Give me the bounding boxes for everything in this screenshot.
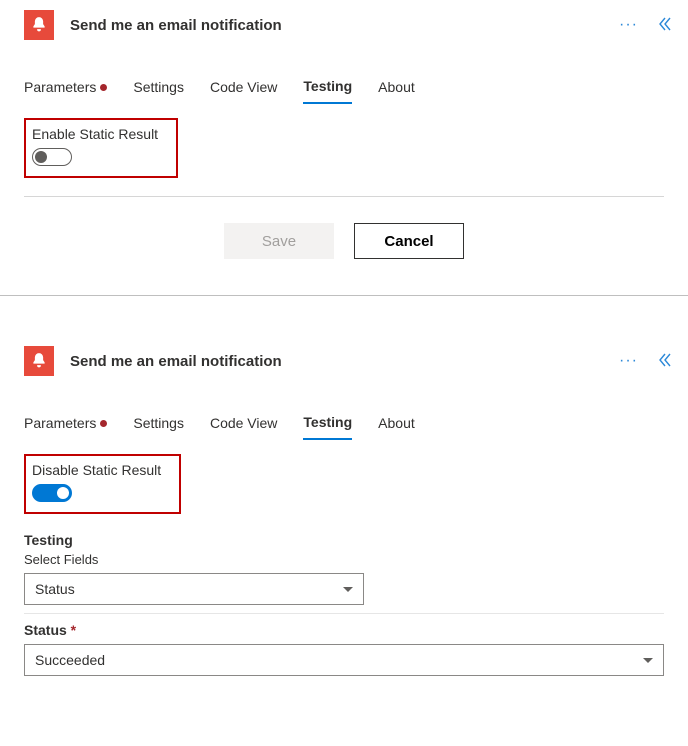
toggle-knob xyxy=(35,151,47,163)
chevron-down-icon xyxy=(643,658,653,663)
tab-testing[interactable]: Testing xyxy=(303,414,352,440)
testing-heading: Testing xyxy=(0,528,688,550)
status-value: Succeeded xyxy=(35,652,105,668)
action-panel-on: Send me an email notification ··· Parame… xyxy=(0,336,688,676)
collapse-icon[interactable] xyxy=(656,16,672,35)
tab-parameters[interactable]: Parameters xyxy=(24,78,107,104)
panel-title: Send me an email notification xyxy=(70,17,603,34)
tab-settings[interactable]: Settings xyxy=(133,78,184,104)
highlight-box: Enable Static Result xyxy=(24,118,178,178)
collapse-icon[interactable] xyxy=(656,352,672,371)
select-fields-value: Status xyxy=(35,581,75,597)
bell-icon xyxy=(24,346,54,376)
status-dropdown[interactable]: Succeeded xyxy=(24,644,664,676)
header-actions: ··· xyxy=(619,352,672,371)
static-result-section: Enable Static Result xyxy=(0,104,688,192)
tab-about[interactable]: About xyxy=(378,78,415,104)
panel-title: Send me an email notification xyxy=(70,353,603,370)
tab-code-view[interactable]: Code View xyxy=(210,414,277,440)
more-icon[interactable]: ··· xyxy=(619,352,638,370)
button-row: Save Cancel xyxy=(0,197,688,295)
tab-testing[interactable]: Testing xyxy=(303,78,352,104)
bell-icon xyxy=(24,10,54,40)
static-result-toggle[interactable] xyxy=(32,148,72,166)
tab-settings[interactable]: Settings xyxy=(133,414,184,440)
panel-bottom-border xyxy=(0,295,688,296)
static-result-section: Disable Static Result xyxy=(0,440,688,528)
parameters-indicator-icon xyxy=(100,420,107,427)
divider xyxy=(24,613,664,614)
toggle-knob xyxy=(57,487,69,499)
panel-header: Send me an email notification ··· xyxy=(0,0,688,48)
status-label: Status xyxy=(0,620,688,640)
tab-bar: Parameters Settings Code View Testing Ab… xyxy=(0,66,688,104)
header-actions: ··· xyxy=(619,16,672,35)
more-icon[interactable]: ··· xyxy=(619,16,638,34)
parameters-indicator-icon xyxy=(100,84,107,91)
save-button[interactable]: Save xyxy=(224,223,334,259)
tab-bar: Parameters Settings Code View Testing Ab… xyxy=(0,402,688,440)
panel-header: Send me an email notification ··· xyxy=(0,336,688,384)
select-fields-dropdown[interactable]: Status xyxy=(24,573,364,605)
toggle-label: Enable Static Result xyxy=(32,126,158,142)
tab-code-view[interactable]: Code View xyxy=(210,78,277,104)
action-panel-off: Send me an email notification ··· Parame… xyxy=(0,0,688,296)
chevron-down-icon xyxy=(343,587,353,592)
highlight-box: Disable Static Result xyxy=(24,454,181,514)
select-fields-label: Select Fields xyxy=(0,550,688,569)
static-result-toggle[interactable] xyxy=(32,484,72,502)
toggle-label: Disable Static Result xyxy=(32,462,161,478)
tab-parameters[interactable]: Parameters xyxy=(24,414,107,440)
cancel-button[interactable]: Cancel xyxy=(354,223,464,259)
tab-about[interactable]: About xyxy=(378,414,415,440)
